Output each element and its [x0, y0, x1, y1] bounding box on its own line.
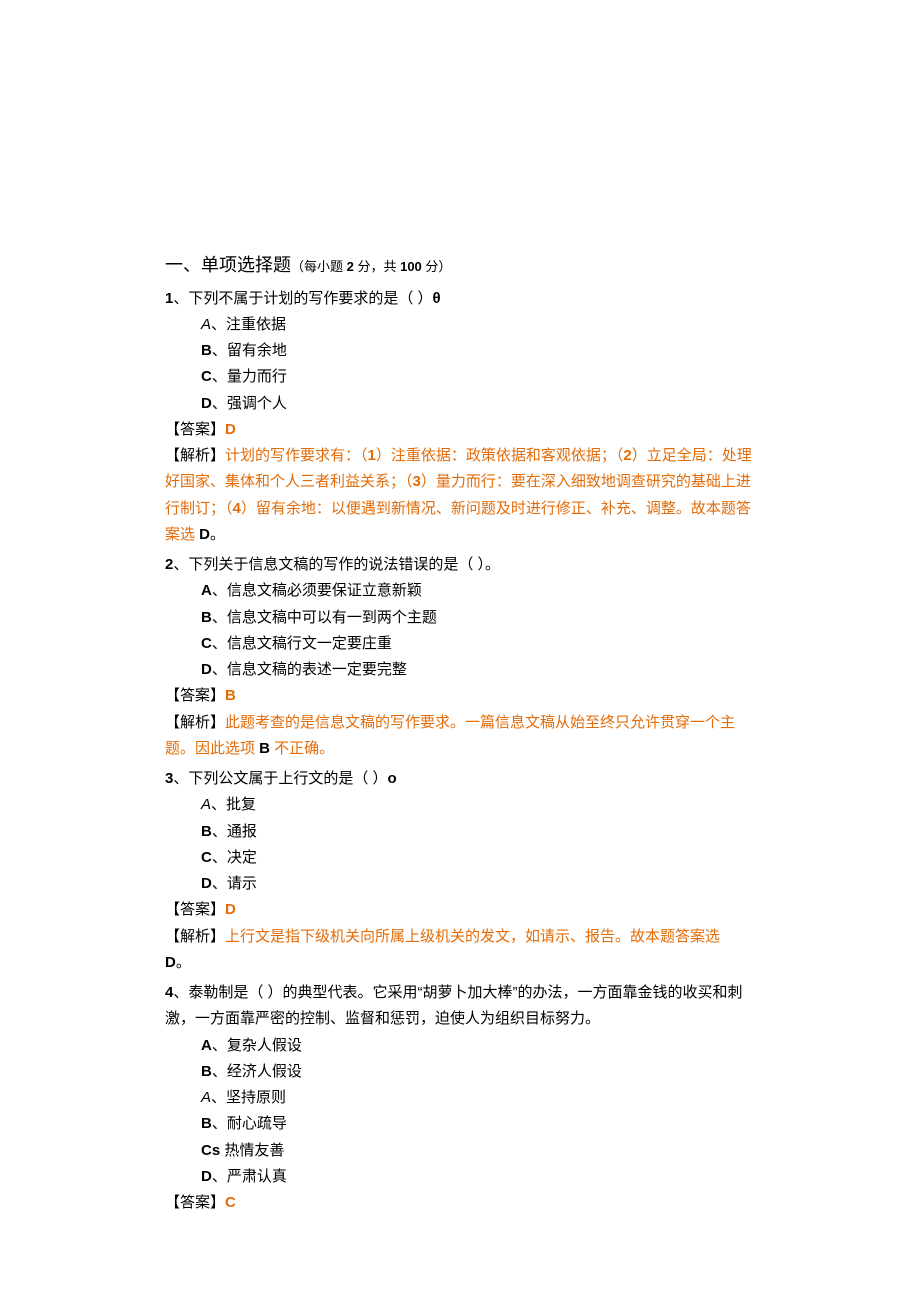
q2-opt-c: C、信息文稿行文一定要庄重	[165, 631, 760, 657]
q1-answer: 【答案】D	[165, 417, 760, 443]
q4-opt-a2: A、坚持原则	[165, 1085, 760, 1111]
q4-opt-d: D、严肃认真	[165, 1164, 760, 1190]
q1-opt-c: C、量力而行	[165, 364, 760, 390]
q4-opt-b: B、经济人假设	[165, 1059, 760, 1085]
q2-opt-d: D、信息文稿的表述一定要完整	[165, 657, 760, 683]
q3-opt-a: A、批复	[165, 792, 760, 818]
q3-opt-c: C、决定	[165, 845, 760, 871]
q1-opt-b: B、留有余地	[165, 338, 760, 364]
document-page: 一、单项选择题（每小题 2 分，共 100 分） 1、下列不属于计划的写作要求的…	[0, 0, 920, 1316]
q3-opt-b: B、通报	[165, 819, 760, 845]
q4-opt-a: A、复杂人假设	[165, 1033, 760, 1059]
q3-explanation: 【解析】上行文是指下级机关向所属上级机关的发文，如请示、报告。故本题答案选	[165, 924, 760, 950]
q3-stem: 3、下列公文属于上行文的是（ ）o	[165, 766, 760, 792]
q2-explanation: 【解析】此题考查的是信息文稿的写作要求。一篇信息文稿从始至终只允许贯穿一个主题。…	[165, 710, 760, 763]
section-title-main: 一、单项选择题	[165, 255, 291, 275]
q3-answer: 【答案】D	[165, 897, 760, 923]
q4-opt-cs: Cs 热情友善	[165, 1138, 760, 1164]
q1-opt-a: A、注重依据	[165, 312, 760, 338]
q2-answer: 【答案】B	[165, 683, 760, 709]
q4-answer: 【答案】C	[165, 1190, 760, 1216]
q3-opt-d: D、请示	[165, 871, 760, 897]
q2-opt-b: B、信息文稿中可以有一到两个主题	[165, 605, 760, 631]
q1-stem: 1、下列不属于计划的写作要求的是（ ）θ	[165, 286, 760, 312]
q1-opt-d: D、强调个人	[165, 391, 760, 417]
section-title: 一、单项选择题（每小题 2 分，共 100 分）	[165, 250, 760, 282]
q2-opt-a: A、信息文稿必须要保证立意新颖	[165, 578, 760, 604]
q4-stem: 4、泰勒制是（ ）的典型代表。它采用“胡萝卜加大棒”的办法，一方面靠金钱的收买和…	[165, 980, 760, 1033]
q4-opt-b2: B、耐心疏导	[165, 1111, 760, 1137]
section-title-sub: （每小题 2 分，共 100 分）	[291, 259, 451, 274]
q2-stem: 2、下列关于信息文稿的写作的说法错误的是（ ）。	[165, 552, 760, 578]
q1-explanation: 【解析】计划的写作要求有：（1）注重依据：政策依据和客观依据；（2）立足全局：处…	[165, 443, 760, 548]
q3-explanation-tail: D。	[165, 950, 760, 976]
